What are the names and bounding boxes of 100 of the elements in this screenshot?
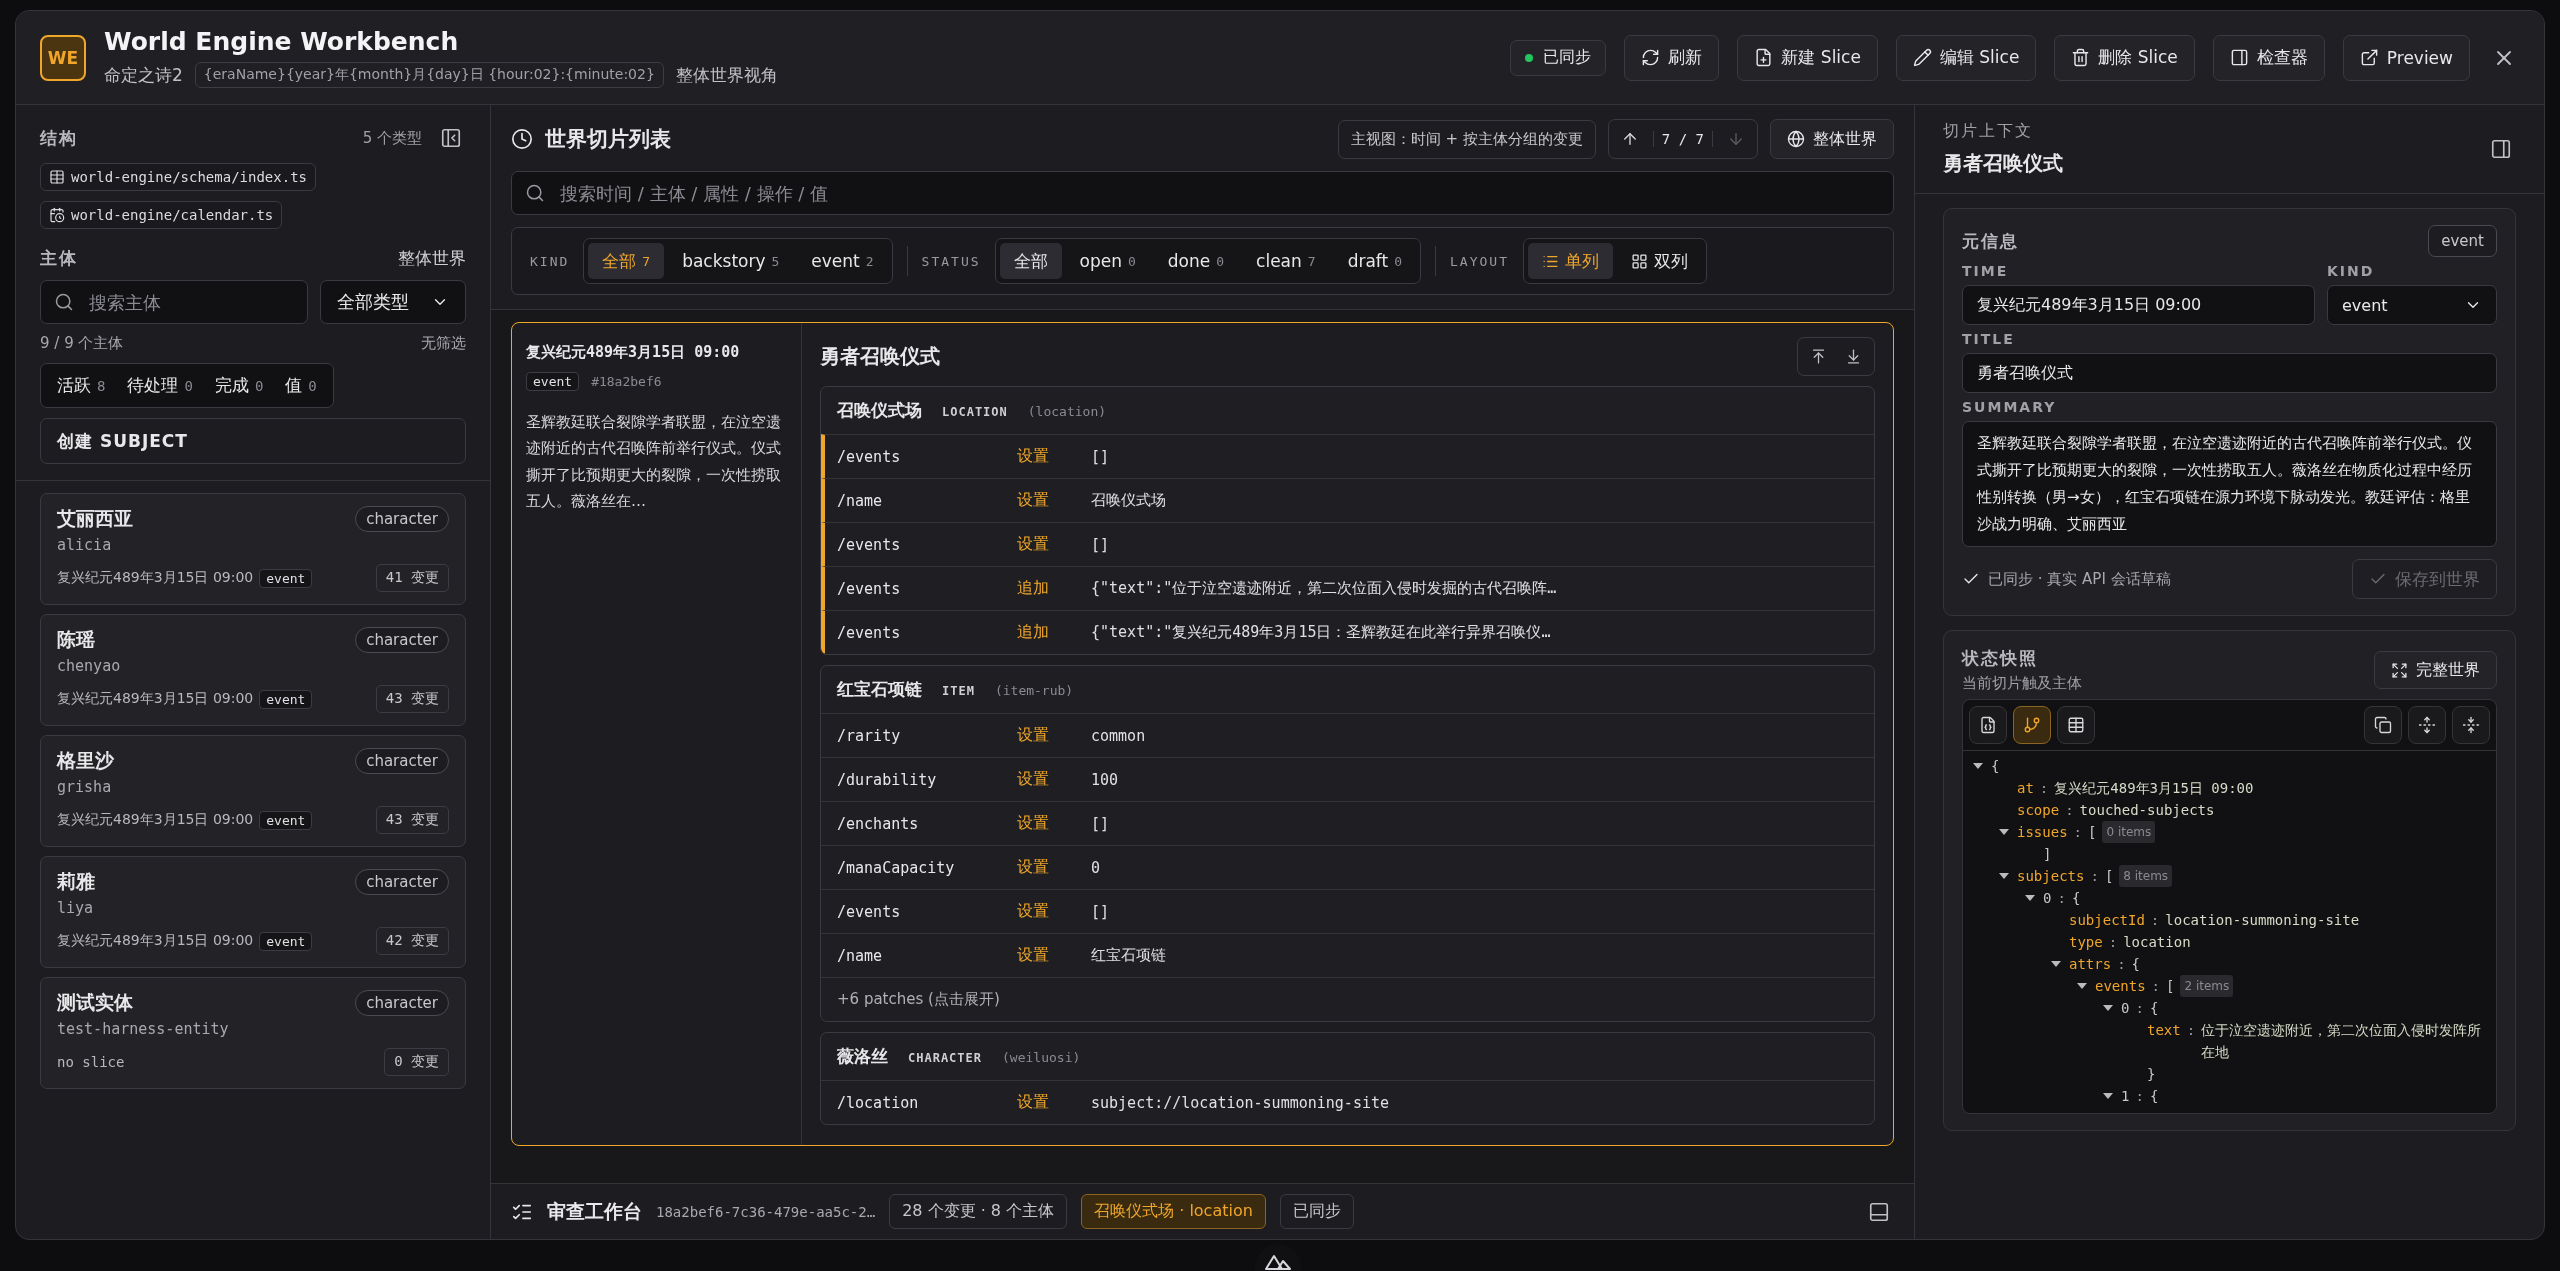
filter-tab[interactable]: 全部 [999,243,1062,279]
filter-tab[interactable]: draft 0 [1333,243,1417,279]
patch-value: [] [1091,902,1111,921]
subject-name: 测试实体 [57,990,133,1015]
toolbar-button[interactable]: Preview [2342,34,2470,81]
patch-value: 100 [1091,770,1120,789]
key-separator: : [2151,977,2160,996]
kind-select[interactable]: event [2327,285,2497,325]
filter-tab[interactable]: event 2 [797,243,888,279]
summary-field[interactable]: 圣辉教廷联合裂隙学者联盟，在泣空遗迹附近的古代召唤阵前举行仪式。仪式撕开了比预期更大的裂隙，一次性捞取五人。薇洛丝在物质化过程中经历性别转换（男→女），红宝石项链在源力环境下脉动发光。教廷评估：格里沙战力明确、艾丽西亚 [1962,421,2497,547]
toolbar-button[interactable]: 刷新 [1624,34,1720,81]
project-name: 命定之诗2 [104,63,183,87]
patch-value: [] [1091,447,1111,466]
status-filter[interactable]: 活跃 8 [57,374,106,397]
subject-name: 薇洛丝 [837,1045,888,1068]
slice-id: #18a2bef6 [591,374,662,389]
type-tag: character [355,869,449,895]
collapse-all-button[interactable] [2452,706,2490,744]
key-separator: : [2073,823,2082,842]
filter-tab[interactable]: backstory 5 [668,243,794,279]
subject-card[interactable]: 格里沙 character grisha 复兴纪元489年3月15日 09:00 event 43 变更 [40,735,466,847]
filter-tab[interactable]: clean 7 [1242,243,1330,279]
title-field[interactable]: 勇者召唤仪式 [1962,353,2497,393]
subject-id: grisha [57,778,113,796]
full-world-button[interactable]: 完整世界 [2374,651,2497,689]
fold-vertical-icon [2462,716,2480,734]
view-mode-button[interactable] [2057,706,2095,744]
patch-operation: 设置 [1017,857,1050,878]
expand-patches-button[interactable]: +6 patches (点击展开) [821,977,1874,1021]
kind-tag: event [2428,225,2497,257]
filter-label: STATUS [921,253,981,269]
status-filter[interactable]: 待处理 0 [127,374,193,397]
type-tag: character [355,990,449,1016]
filter-tab[interactable]: 全部 7 [588,243,665,279]
subject-time: 复兴纪元489年3月15日 09:00 [57,811,254,829]
globe-icon [1787,130,1805,148]
subject-card[interactable]: 莉雅 character liya 复兴纪元489年3月15日 09:00 event 42 变更 [40,856,466,968]
search-field[interactable]: 搜索主体 [40,280,308,324]
type-select[interactable]: 全部类型 [320,280,466,324]
type-tag: character [355,627,449,653]
toolbar-button[interactable]: 编辑 Slice [1895,34,2037,81]
json-key: type [2069,931,2103,953]
subject-card[interactable]: 艾丽西亚 character alicia 复兴纪元489年3月15日 09:00 event 41 变更 [40,493,466,605]
filter-note: 无筛选 [421,334,466,353]
table-icon [2067,716,2085,734]
pencil-icon [1912,48,1932,67]
change-count: 43 变更 [375,685,449,713]
panel-icon [2229,48,2249,67]
search-field[interactable]: 搜索时间 / 主体 / 属性 / 操作 / 值 [511,171,1894,215]
subject-name: 格里沙 [57,748,114,773]
app-title: World Engine Workbench [104,27,460,56]
json-bracket: [ [2166,977,2175,996]
json-bracket: { [2149,1087,2159,1106]
subject-name: 红宝石项链 [837,678,922,701]
create-subject-button[interactable]: 创建 SUBJECT [40,418,466,464]
file-chip[interactable]: world-engine/schema/index.ts [40,163,316,191]
filter-tab[interactable]: open 0 [1065,243,1150,279]
toolbar-button[interactable]: 删除 Slice [2054,34,2195,81]
subject-card[interactable]: 陈瑶 character chenyao 复兴纪元489年3月15日 09:00 event 43 变更 [40,614,466,726]
toolbar-button[interactable]: 检查器 [2212,34,2325,81]
key-separator: : [2186,1021,2196,1040]
json-key: scope [2017,799,2060,821]
status-filter[interactable]: 完成 0 [214,374,264,397]
panel-title: 世界切片列表 [545,126,671,153]
status-filter[interactable]: 值 0 [285,374,317,397]
patch-path: /events [837,535,902,554]
patch-operation: 设置 [1017,534,1050,555]
json-value: location-summoning-site [2165,911,2360,930]
patch-value: {"text":"复兴纪元489年3月15日：圣辉教廷在此举行异界召唤仪… [1091,623,1552,642]
patch-value: 0 [1091,858,1102,877]
filter-tab[interactable]: done 0 [1153,243,1239,279]
patch-path: /name [837,491,884,510]
page-indicator: 7 / 7 [1652,131,1713,147]
copy-button[interactable] [2364,706,2402,744]
filter-tab[interactable]: 双列 [1617,243,1702,279]
file-plus-icon [1754,48,1774,67]
expand-all-button[interactable] [2408,706,2446,744]
subject-id: liya [57,899,95,917]
json-key: subjectId [2069,909,2145,931]
slice-card[interactable] [511,322,1894,1146]
json-key: issues [2017,821,2068,843]
filter-tab[interactable]: 单列 [1528,243,1613,279]
time-field[interactable]: 复兴纪元489年3月15日 09:00 [1962,285,2315,325]
json-key: 0 [2043,887,2052,909]
json-key: attrs [2069,953,2112,975]
patch-operation: 设置 [1017,813,1050,834]
json-bracket: { [2149,999,2159,1018]
slice-summary: 圣辉教廷联合裂隙学者联盟，在泣空遗迹附近的古代召唤阵前举行仪式。仪式撕开了比预期更大的裂隙，一次性捞取五人。薇洛丝在… [526,412,782,512]
type-tag: character [355,506,449,532]
focus-chip[interactable]: 召唤仪式场 · location [1081,1194,1266,1229]
json-bracket: ] [2043,845,2052,864]
slice-id: 18a2bef6-7c36-479e-aa5c-2… [656,1203,876,1220]
view-mode-button[interactable] [2013,706,2051,744]
panel-right-icon [2490,138,2512,160]
view-mode-button[interactable] [1969,706,2007,744]
whole-world-button[interactable]: 整体世界 [1770,119,1894,159]
toolbar-button[interactable]: 新建 Slice [1737,34,1878,81]
file-chip[interactable]: world-engine/calendar.ts [40,201,283,229]
subject-name: 莉雅 [57,869,95,894]
subject-card[interactable]: 测试实体 character test-harness-entity no slice 0 变更 [40,977,466,1089]
